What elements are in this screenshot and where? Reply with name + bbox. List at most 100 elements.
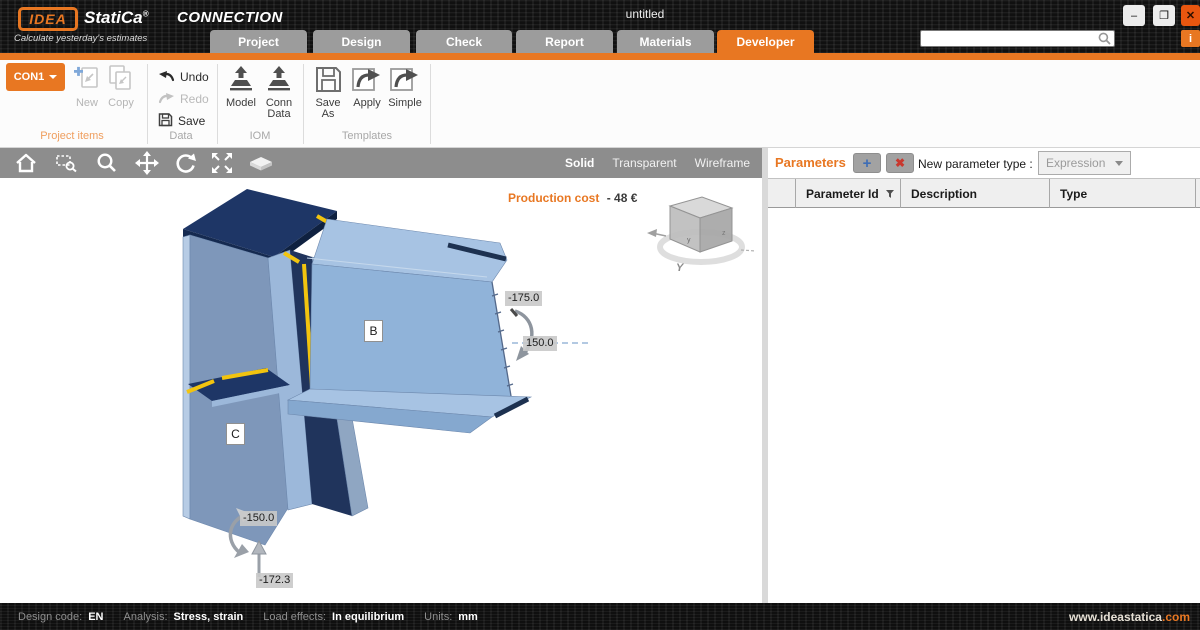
chevron-down-icon — [49, 75, 57, 79]
apply-icon — [348, 64, 386, 98]
cube-axis-y-label: Y — [676, 262, 685, 274]
tab-report[interactable]: Report — [516, 30, 613, 53]
tab-project[interactable]: Project — [210, 30, 307, 53]
redo-button[interactable]: Redo — [158, 90, 209, 108]
save-as-icon — [310, 64, 346, 98]
pan-icon[interactable] — [134, 150, 160, 176]
conn-data-export-icon — [262, 64, 296, 98]
group-label-project-items: Project items — [6, 130, 138, 142]
parameter-type-value: Expression — [1039, 156, 1115, 170]
column-header-filler — [1196, 179, 1200, 209]
apply-template-button[interactable]: Apply — [348, 64, 386, 109]
ribbon-separator — [147, 64, 148, 144]
simple-template-button[interactable]: Simple — [386, 64, 424, 109]
viewport-3d[interactable]: Solid Transparent Wireframe — [0, 148, 762, 603]
rotate-icon[interactable] — [174, 152, 197, 175]
close-button[interactable]: ✕ — [1181, 5, 1200, 26]
product-name: CONNECTION — [177, 9, 283, 26]
filter-icon[interactable] — [885, 189, 895, 199]
status-units: Units:mm — [424, 611, 478, 623]
tab-developer[interactable]: Developer — [717, 30, 814, 53]
website-link[interactable]: www.ideastatica.com — [1069, 610, 1190, 624]
registered-mark: ® — [143, 9, 149, 18]
load-value-shear-top: 150.0 — [523, 336, 557, 351]
undo-icon — [158, 70, 175, 85]
zoom-icon[interactable] — [96, 152, 118, 174]
model-canvas[interactable]: Y y z Production cost - 48 € -175.0 150.… — [0, 178, 762, 603]
app-window: IDEA StatiCa® Calculate yesterday's esti… — [0, 0, 1200, 630]
new-parameter-type-label: New parameter type : — [918, 157, 1033, 171]
view-mode-transparent[interactable]: Transparent — [612, 156, 676, 170]
zoom-fit-icon[interactable] — [210, 151, 234, 175]
cube-face-y-label: y — [687, 237, 691, 244]
model-button[interactable]: Model — [224, 64, 258, 109]
navigation-cube[interactable]: Y y z — [647, 197, 756, 274]
save-button[interactable]: Save — [158, 112, 205, 130]
tab-materials[interactable]: Materials — [617, 30, 714, 53]
maximize-icon: ❐ — [1159, 9, 1169, 22]
status-load-effects: Load effects:In equilibrium — [263, 611, 404, 623]
production-cost-value: - 48 € — [607, 191, 638, 205]
workspace: Solid Transparent Wireframe — [0, 148, 1200, 603]
status-analysis: Analysis:Stress, strain — [124, 611, 244, 623]
save-as-button[interactable]: Save As — [310, 64, 346, 120]
search-box[interactable] — [920, 30, 1115, 47]
idea-logo: IDEA — [18, 7, 78, 31]
column-header-select — [768, 179, 796, 209]
moment-arrow-top — [511, 309, 532, 361]
column-header-type[interactable]: Type — [1050, 179, 1196, 209]
new-item-button[interactable]: New — [70, 64, 104, 109]
zoom-window-icon[interactable] — [56, 154, 78, 173]
copy-item-button[interactable]: Copy — [104, 64, 138, 109]
accent-strip — [0, 53, 1200, 60]
column-header-description[interactable]: Description — [901, 179, 1050, 209]
column-header-parameter-id[interactable]: Parameter Id — [796, 179, 901, 209]
new-item-icon — [70, 64, 104, 98]
undo-button[interactable]: Undo — [158, 68, 209, 86]
parameters-header-bar: Parameters + ✖ New parameter type : Expr… — [768, 148, 1200, 178]
solid-brick-icon[interactable] — [248, 155, 274, 172]
title-bar: IDEA StatiCa® Calculate yesterday's esti… — [0, 0, 1200, 53]
view-mode-wireframe[interactable]: Wireframe — [695, 156, 750, 170]
chevron-down-icon — [1115, 161, 1123, 166]
status-design-code: Design code:EN — [18, 611, 104, 623]
ribbon: CON1 New — [0, 60, 1200, 148]
save-icon — [158, 112, 173, 130]
add-parameter-button[interactable]: + — [853, 153, 881, 173]
cube-face-z-label: z — [722, 230, 726, 237]
production-cost-label: Production cost — [508, 191, 599, 205]
tab-check[interactable]: Check — [416, 30, 512, 53]
connection-selector-button[interactable]: CON1 — [6, 63, 65, 91]
search-icon[interactable] — [1098, 32, 1111, 45]
ribbon-separator — [430, 64, 431, 144]
info-button[interactable]: i — [1181, 30, 1200, 47]
normal-force-arrow — [252, 541, 266, 577]
status-bar: Design code:EN Analysis:Stress, strain L… — [0, 603, 1200, 630]
parameters-title: Parameters — [775, 155, 846, 170]
search-input[interactable] — [921, 32, 1098, 45]
home-view-icon[interactable] — [14, 152, 38, 174]
tab-design[interactable]: Design — [313, 30, 410, 53]
delete-parameter-button[interactable]: ✖ — [886, 153, 914, 173]
view-mode-solid[interactable]: Solid — [565, 156, 594, 170]
parameters-table-header: Parameter Id Description Type — [768, 178, 1200, 208]
statica-logo-text: StatiCa® — [84, 8, 148, 28]
close-icon: ✕ — [1186, 9, 1195, 22]
view-mode-switch: Solid Transparent Wireframe — [565, 148, 750, 178]
document-title: untitled — [626, 7, 665, 21]
logo-text: IDEA — [29, 11, 66, 27]
production-cost: Production cost - 48 € — [508, 191, 637, 205]
maximize-button[interactable]: ❐ — [1153, 5, 1175, 26]
parameters-table-body[interactable] — [768, 208, 1200, 603]
ribbon-separator — [303, 64, 304, 144]
beam-member-label[interactable]: B — [364, 320, 383, 342]
parameter-type-dropdown[interactable]: Expression — [1038, 151, 1131, 175]
group-label-templates: Templates — [310, 130, 424, 142]
conn-data-button[interactable]: Conn Data — [262, 64, 296, 120]
minimize-icon: – — [1131, 10, 1137, 22]
load-value-normal-bottom: -172.3 — [256, 573, 293, 588]
column-member-label[interactable]: C — [226, 423, 245, 445]
steel-connection-model: Y y z — [0, 178, 762, 603]
minimize-button[interactable]: – — [1123, 5, 1145, 26]
tagline: Calculate yesterday's estimates — [14, 33, 147, 44]
